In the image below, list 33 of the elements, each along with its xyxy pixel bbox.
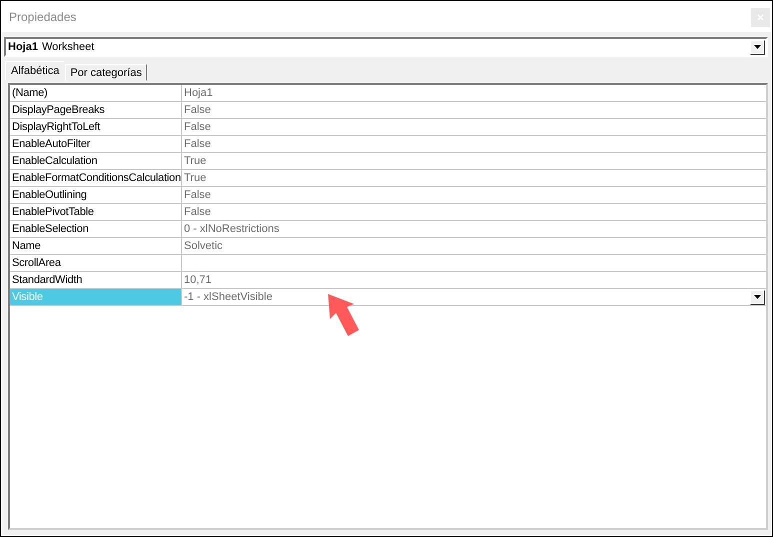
caret-icon — [754, 295, 761, 299]
property-name[interactable]: (Name) — [10, 85, 182, 101]
property-name[interactable]: StandardWidth — [10, 272, 182, 288]
tab[interactable]: Por categorías — [65, 64, 147, 81]
property-name[interactable]: Name — [10, 238, 182, 254]
property-value[interactable]: False — [184, 204, 766, 220]
property-value[interactable]: False — [184, 102, 766, 118]
caret-icon — [754, 45, 761, 49]
property-value[interactable]: 0 - xlNoRestrictions — [184, 221, 766, 237]
property-value[interactable]: 10,71 — [184, 272, 766, 288]
property-value[interactable]: -1 - xlSheetVisible — [184, 289, 750, 305]
window-title: Propiedades — [9, 10, 76, 24]
property-name[interactable]: EnableAutoFilter — [10, 136, 182, 152]
property-value[interactable]: True — [184, 170, 766, 186]
property-value[interactable]: False — [184, 119, 766, 135]
property-value[interactable]: Hoja1 — [184, 85, 766, 101]
property-value[interactable]: False — [184, 136, 766, 152]
tab[interactable]: Alfabética — [5, 61, 66, 81]
dropdown-button[interactable] — [750, 290, 765, 304]
property-name[interactable]: EnableCalculation — [10, 153, 182, 169]
object-dropdown[interactable]: Hoja1 Worksheet — [4, 37, 768, 57]
property-value[interactable]: False — [184, 187, 766, 203]
property-name[interactable]: DisplayRightToLeft — [10, 119, 182, 135]
property-name[interactable]: EnablePivotTable — [10, 204, 182, 220]
dropdown-button[interactable] — [750, 40, 765, 54]
property-name[interactable]: EnableOutlining — [10, 187, 182, 203]
property-value[interactable]: Solvetic — [184, 238, 766, 254]
property-name[interactable]: EnableSelection — [10, 221, 182, 237]
property-name[interactable]: DisplayPageBreaks — [10, 102, 182, 118]
object-name: Hoja1 Worksheet — [7, 41, 96, 53]
property-name[interactable]: EnableFormatConditionsCalculation — [10, 170, 182, 186]
property-name[interactable]: ScrollArea — [10, 255, 182, 271]
property-value[interactable]: True — [184, 153, 766, 169]
